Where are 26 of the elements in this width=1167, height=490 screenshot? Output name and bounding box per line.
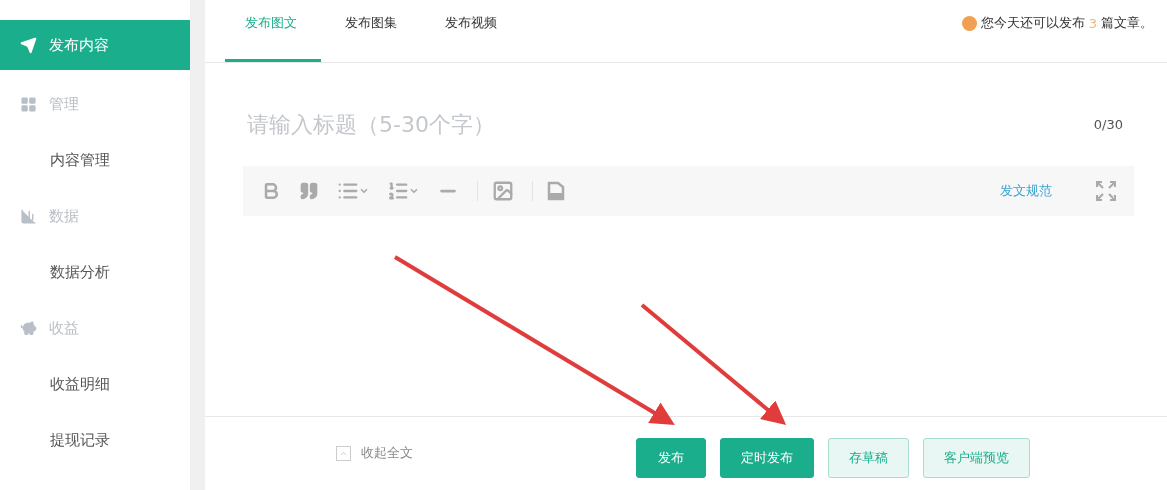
notice-text: 篇文章。 xyxy=(1101,14,1153,32)
tab[interactable]: 发布图文 xyxy=(225,0,321,62)
numbered-list-icon[interactable] xyxy=(387,180,419,202)
warning-icon xyxy=(961,15,977,31)
cover-icon[interactable] xyxy=(547,181,565,201)
secondary-button[interactable]: 客户端预览 xyxy=(923,438,1030,478)
sidebar-icon xyxy=(20,36,37,54)
publish-button[interactable]: 定时发布 xyxy=(720,438,814,478)
collapse-text[interactable]: 收起全文 xyxy=(361,444,413,462)
fullscreen-icon[interactable] xyxy=(1096,181,1116,201)
secondary-button[interactable]: 存草稿 xyxy=(828,438,909,478)
bullet-list-icon[interactable] xyxy=(337,180,369,202)
notice-text: 您今天还可以发布 xyxy=(980,14,1085,32)
sidebar-icon xyxy=(20,95,37,113)
guidelines-link[interactable]: 发文规范 xyxy=(1000,182,1052,200)
collapse-icon[interactable] xyxy=(336,445,351,461)
char-counter: 0/30 xyxy=(1093,117,1123,132)
sidebar-icon xyxy=(20,207,37,225)
sidebar-icon xyxy=(20,319,37,337)
publish-button[interactable]: 发布 xyxy=(636,438,706,478)
quote-icon[interactable] xyxy=(299,181,319,201)
tab[interactable]: 发布视频 xyxy=(425,0,521,62)
image-icon[interactable] xyxy=(492,180,514,202)
sidebar-item[interactable]: 发布内容 xyxy=(0,20,190,70)
tab[interactable]: 发布图集 xyxy=(325,0,421,62)
notice-count: 3 xyxy=(1088,15,1097,31)
